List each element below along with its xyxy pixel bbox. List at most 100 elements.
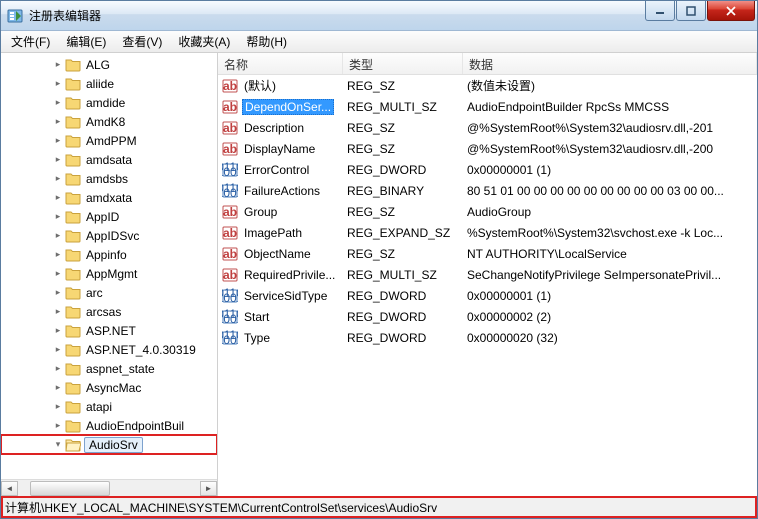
expand-arrow-icon[interactable]: ▾ bbox=[53, 439, 63, 450]
column-header-type[interactable]: 类型 bbox=[343, 53, 463, 74]
expand-arrow-icon[interactable]: ▸ bbox=[53, 249, 63, 260]
expand-arrow-icon[interactable]: ▸ bbox=[53, 97, 63, 108]
tree-item[interactable]: ▸arcsas bbox=[1, 302, 217, 321]
folder-icon bbox=[65, 305, 81, 319]
tree-item[interactable]: ▸ AudioEndpointBuil bbox=[1, 416, 217, 435]
tree-item-label: AppMgmt bbox=[84, 267, 139, 281]
value-name: DisplayName bbox=[242, 141, 317, 157]
value-name: FailureActions bbox=[242, 183, 322, 199]
tree-item[interactable]: ▸aspnet_state bbox=[1, 359, 217, 378]
list-row[interactable]: abGroupREG_SZAudioGroup bbox=[218, 201, 757, 222]
scroll-track[interactable] bbox=[18, 481, 200, 496]
svg-text:ab: ab bbox=[223, 100, 237, 114]
cell-type: REG_BINARY bbox=[347, 184, 467, 198]
cell-type: REG_DWORD bbox=[347, 331, 467, 345]
scroll-right-button[interactable]: ► bbox=[200, 481, 217, 496]
close-button[interactable] bbox=[707, 1, 755, 21]
folder-icon bbox=[65, 96, 81, 110]
list-row[interactable]: 01101001FailureActionsREG_BINARY80 51 01… bbox=[218, 180, 757, 201]
tree-view[interactable]: ▸ALG▸aliide▸amdide▸AmdK8▸AmdPPM▸amdsata▸… bbox=[1, 53, 217, 479]
folder-icon bbox=[65, 324, 81, 338]
list-row[interactable]: abDisplayNameREG_SZ@%SystemRoot%\System3… bbox=[218, 138, 757, 159]
tree-item[interactable]: ▸amdsata bbox=[1, 150, 217, 169]
menu-view[interactable]: 查看(V) bbox=[114, 31, 170, 52]
expand-arrow-icon[interactable]: ▸ bbox=[53, 116, 63, 127]
list-row[interactable]: 01101001StartREG_DWORD0x00000002 (2) bbox=[218, 306, 757, 327]
cell-data: @%SystemRoot%\System32\audiosrv.dll,-201 bbox=[467, 121, 757, 135]
folder-icon bbox=[65, 115, 81, 129]
expand-arrow-icon[interactable]: ▸ bbox=[53, 211, 63, 222]
tree-item[interactable]: ▸arc bbox=[1, 283, 217, 302]
cell-data: 0x00000002 (2) bbox=[467, 310, 757, 324]
tree-item[interactable]: ▸aliide bbox=[1, 74, 217, 93]
tree-item[interactable]: ▸amdide bbox=[1, 93, 217, 112]
tree-item[interactable]: ▸AmdPPM bbox=[1, 131, 217, 150]
svg-text:1001: 1001 bbox=[222, 186, 238, 199]
tree-item[interactable]: ▸AppID bbox=[1, 207, 217, 226]
expand-arrow-icon[interactable]: ▸ bbox=[53, 268, 63, 279]
list-row[interactable]: abImagePathREG_EXPAND_SZ%SystemRoot%\Sys… bbox=[218, 222, 757, 243]
cell-data: 0x00000001 (1) bbox=[467, 163, 757, 177]
menu-help[interactable]: 帮助(H) bbox=[238, 31, 295, 52]
column-header-data[interactable]: 数据 bbox=[463, 53, 757, 74]
tree-item[interactable]: ▸ AppMgmt bbox=[1, 264, 217, 283]
tree-item[interactable]: ▸amdsbs bbox=[1, 169, 217, 188]
expand-arrow-icon[interactable]: ▸ bbox=[53, 230, 63, 241]
expand-arrow-icon[interactable]: ▸ bbox=[53, 363, 63, 374]
cell-data: 0x00000001 (1) bbox=[467, 289, 757, 303]
tree-item[interactable]: ▸ Appinfo bbox=[1, 245, 217, 264]
list-row[interactable]: 01101001TypeREG_DWORD0x00000020 (32) bbox=[218, 327, 757, 348]
folder-icon bbox=[65, 362, 81, 376]
expand-arrow-icon[interactable]: ▸ bbox=[53, 325, 63, 336]
scroll-thumb[interactable] bbox=[30, 481, 110, 496]
list-view[interactable]: ab(默认)REG_SZ(数值未设置)abDependOnSer...REG_M… bbox=[218, 75, 757, 496]
list-row[interactable]: abDescriptionREG_SZ@%SystemRoot%\System3… bbox=[218, 117, 757, 138]
binary-value-icon: 01101001 bbox=[222, 288, 238, 304]
tree-item[interactable]: ▸ALG bbox=[1, 55, 217, 74]
folder-icon bbox=[65, 191, 81, 205]
tree-item[interactable]: ▸ASP.NET bbox=[1, 321, 217, 340]
expand-arrow-icon[interactable]: ▸ bbox=[53, 78, 63, 89]
list-row[interactable]: 01101001ErrorControlREG_DWORD0x00000001 … bbox=[218, 159, 757, 180]
cell-data: (数值未设置) bbox=[467, 77, 757, 94]
tree-item[interactable]: ▸AmdK8 bbox=[1, 112, 217, 131]
tree-item[interactable]: ▸atapi bbox=[1, 397, 217, 416]
tree-item[interactable]: ▾AudioSrv bbox=[1, 435, 217, 454]
titlebar[interactable]: 注册表编辑器 bbox=[1, 1, 757, 31]
expand-arrow-icon[interactable]: ▸ bbox=[53, 192, 63, 203]
menu-edit[interactable]: 编辑(E) bbox=[58, 31, 114, 52]
expand-arrow-icon[interactable]: ▸ bbox=[53, 401, 63, 412]
tree-item[interactable]: ▸AsyncMac bbox=[1, 378, 217, 397]
list-row[interactable]: abObjectNameREG_SZNT AUTHORITY\LocalServ… bbox=[218, 243, 757, 264]
minimize-button[interactable] bbox=[645, 1, 675, 21]
tree-hscrollbar[interactable]: ◄ ► bbox=[1, 479, 217, 496]
expand-arrow-icon[interactable]: ▸ bbox=[53, 287, 63, 298]
tree-item-label: Appinfo bbox=[84, 248, 129, 262]
tree-item[interactable]: ▸AppIDSvc bbox=[1, 226, 217, 245]
list-row[interactable]: ab(默认)REG_SZ(数值未设置) bbox=[218, 75, 757, 96]
window-title: 注册表编辑器 bbox=[29, 7, 644, 24]
expand-arrow-icon[interactable]: ▸ bbox=[53, 344, 63, 355]
scroll-left-button[interactable]: ◄ bbox=[1, 481, 18, 496]
string-value-icon: ab bbox=[222, 204, 238, 220]
tree-item[interactable]: ▸amdxata bbox=[1, 188, 217, 207]
column-header-name[interactable]: 名称 bbox=[218, 53, 343, 74]
expand-arrow-icon[interactable]: ▸ bbox=[53, 173, 63, 184]
list-row[interactable]: 01101001ServiceSidTypeREG_DWORD0x0000000… bbox=[218, 285, 757, 306]
value-name: Group bbox=[242, 204, 279, 220]
maximize-button[interactable] bbox=[676, 1, 706, 21]
folder-icon bbox=[65, 419, 81, 433]
expand-arrow-icon[interactable]: ▸ bbox=[53, 382, 63, 393]
expand-arrow-icon[interactable]: ▸ bbox=[53, 306, 63, 317]
expand-arrow-icon[interactable]: ▸ bbox=[53, 154, 63, 165]
expand-arrow-icon[interactable]: ▸ bbox=[53, 135, 63, 146]
menu-file[interactable]: 文件(F) bbox=[3, 31, 58, 52]
list-row[interactable]: abRequiredPrivile...REG_MULTI_SZSeChange… bbox=[218, 264, 757, 285]
tree-item-label: AudioEndpointBuil bbox=[84, 419, 186, 433]
value-name: ImagePath bbox=[242, 225, 304, 241]
expand-arrow-icon[interactable]: ▸ bbox=[53, 420, 63, 431]
list-row[interactable]: abDependOnSer...REG_MULTI_SZAudioEndpoin… bbox=[218, 96, 757, 117]
expand-arrow-icon[interactable]: ▸ bbox=[53, 59, 63, 70]
tree-item[interactable]: ▸ASP.NET_4.0.30319 bbox=[1, 340, 217, 359]
menu-favorites[interactable]: 收藏夹(A) bbox=[170, 31, 238, 52]
